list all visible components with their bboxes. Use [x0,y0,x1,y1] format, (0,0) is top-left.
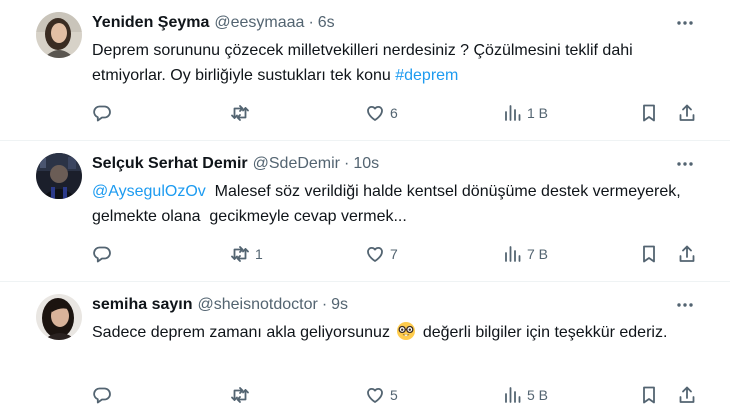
share-icon [679,104,695,121]
mention-link[interactable]: @AysegulOzOv [92,183,206,200]
bookmark-button[interactable] [639,382,659,408]
retweet-button[interactable]: 1 [230,241,263,267]
retweet-icon [231,246,249,262]
views-chart-icon [505,246,521,262]
tweet-text: Deprem sorununu çözecek milletvekilleri … [92,38,692,88]
views-chart-icon [505,387,521,403]
like-button[interactable]: 5 [365,382,398,408]
reply-button[interactable] [92,100,117,126]
like-button[interactable]: 7 [365,241,398,267]
views-button[interactable]: 1 B [502,100,548,126]
bookmark-button[interactable] [639,100,659,126]
avatar-photo [36,294,82,340]
avatar[interactable] [36,153,82,199]
reply-icon [93,105,111,122]
retweet-count: 1 [255,246,263,262]
like-button[interactable]: 6 [365,100,398,126]
share-button[interactable] [677,382,697,408]
like-count: 5 [390,387,398,403]
action-bar: 1 7 7 B [0,241,730,267]
hashtag-link[interactable]: #deprem [395,67,458,84]
retweet-icon [231,105,249,121]
separator-dot: · [344,155,350,172]
tweet-text: @AysegulOzOv Malesef söz verildiği halde… [92,179,692,229]
avatar[interactable] [36,294,82,340]
views-button[interactable]: 5 B [502,382,548,408]
tweet-text: Sadece deprem zamanı akla geliyorsunuz d… [92,320,692,345]
heart-icon [367,387,383,403]
tweet-text-body-continued: değerli bilgiler için teşekkür ederiz. [418,324,668,341]
tweet-text-body: Sadece deprem zamanı akla geliyorsunuz [92,324,395,341]
action-bar: 5 5 B [0,382,730,408]
author-handle[interactable]: @eesymaaa [214,14,304,32]
more-button[interactable] [668,294,702,316]
views-chart-icon [505,105,521,121]
avatar[interactable] [36,12,82,58]
avatar-photo [36,12,82,58]
reply-icon [93,246,111,263]
heart-icon [367,246,383,262]
nerd-face-emoji [397,322,416,340]
tweet[interactable]: Yeniden Şeyma @eesymaaa · 6s Deprem soru… [0,0,730,140]
reply-button[interactable] [92,241,117,267]
tweet[interactable]: Selçuk Serhat Demir @SdeDemir · 10s @Ays… [0,141,730,281]
author-handle[interactable]: @sheisnotdoctor [198,296,318,314]
share-icon [679,386,695,403]
reply-button[interactable] [92,382,117,408]
more-icon [677,162,693,166]
like-count: 7 [390,246,398,262]
tweet[interactable]: semiha sayın @sheisnotdoctor · 9s Sadece… [0,282,730,420]
view-count: 7 B [527,246,549,262]
more-button[interactable] [668,153,702,175]
author-handle[interactable]: @SdeDemir [253,155,340,173]
retweet-icon [231,387,249,403]
bookmark-button[interactable] [639,241,659,267]
author-name[interactable]: Yeniden Şeyma [92,14,209,32]
views-button[interactable]: 7 B [502,241,548,267]
timestamp[interactable]: 10s [353,155,379,173]
timestamp[interactable]: 9s [331,296,348,314]
author-name[interactable]: semiha sayın [92,296,193,314]
retweet-button[interactable] [230,100,255,126]
more-icon [677,303,693,307]
tweet-text-body: Deprem sorununu çözecek milletvekilleri … [92,42,633,84]
separator-dot: · [321,296,328,313]
retweet-button[interactable] [230,382,255,408]
timestamp[interactable]: 6s [318,14,335,32]
view-count: 1 B [527,105,549,121]
share-button[interactable] [677,100,697,126]
separator-dot: · [308,14,314,31]
share-icon [679,245,695,262]
avatar-photo [36,153,82,199]
view-count: 5 B [527,387,549,403]
more-icon [677,21,693,25]
reply-icon [93,387,111,404]
more-button[interactable] [668,12,702,34]
bookmark-icon [643,386,655,404]
bookmark-icon [643,104,655,122]
action-bar: 6 1 B [0,100,730,126]
heart-icon [367,105,383,121]
author-name[interactable]: Selçuk Serhat Demir [92,155,248,173]
bookmark-icon [643,245,655,263]
like-count: 6 [390,105,398,121]
share-button[interactable] [677,241,697,267]
